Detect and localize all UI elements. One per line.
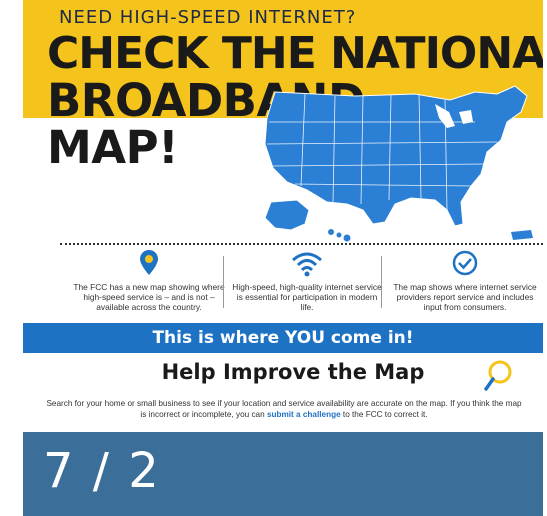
feature-text: High-speed, high-quality internet servic… bbox=[232, 282, 382, 312]
feature-internet-essential: High-speed, high-quality internet servic… bbox=[231, 248, 383, 312]
description-text-2: to the FCC to correct it. bbox=[340, 410, 428, 419]
feature-text: The FCC has a new map showing where high… bbox=[73, 282, 225, 312]
wifi-icon bbox=[292, 252, 322, 277]
poster-description: Search for your home or small business t… bbox=[45, 398, 523, 420]
submit-challenge-text: submit a challenge bbox=[266, 410, 341, 419]
location-pin-icon bbox=[140, 250, 158, 275]
feature-map-coverage: The FCC has a new map showing where high… bbox=[73, 248, 225, 312]
feature-provider-reports: The map shows where internet service pro… bbox=[389, 248, 541, 312]
broadband-poster-image: NEED HIGH-SPEED INTERNET? CHECK THE NATI… bbox=[23, 0, 543, 432]
features-row: The FCC has a new map showing where high… bbox=[53, 248, 539, 318]
column-separator bbox=[223, 256, 224, 308]
call-to-action-banner: This is where YOU come in! bbox=[23, 323, 543, 353]
dotted-divider bbox=[60, 243, 543, 245]
poster-kicker: NEED HIGH-SPEED INTERNET? bbox=[59, 7, 357, 28]
us-map-graphic bbox=[264, 85, 533, 242]
checkmark-circle-icon bbox=[452, 250, 478, 276]
feature-text: The map shows where internet service pro… bbox=[393, 282, 537, 312]
help-improve-title: Help Improve the Map bbox=[161, 360, 425, 384]
slide-counter: 7 / 2 bbox=[43, 443, 161, 499]
column-separator bbox=[381, 256, 382, 308]
magnifier-icon bbox=[484, 360, 512, 391]
headline-line-1: CHECK THE NATIONAL bbox=[47, 28, 543, 79]
slide-card: NEED HIGH-SPEED INTERNET? CHECK THE NATI… bbox=[23, 0, 543, 516]
